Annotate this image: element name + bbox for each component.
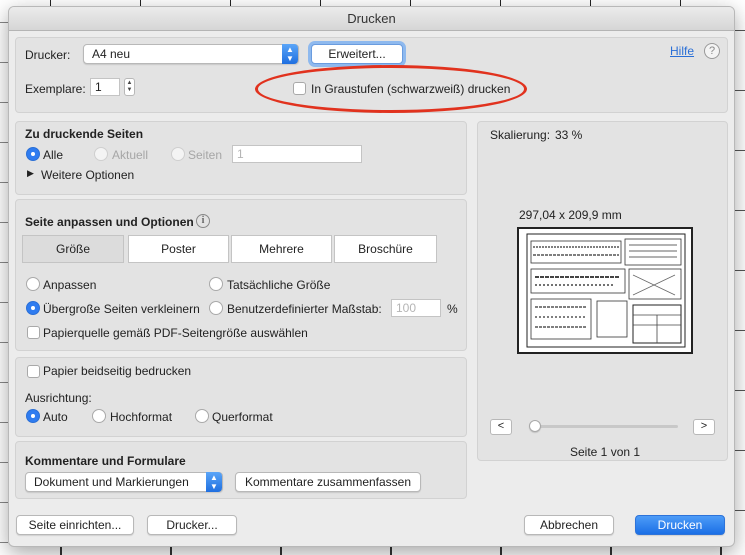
pages-title: Zu druckende Seiten [25, 127, 144, 141]
tab-multiple[interactable]: Mehrere [231, 235, 332, 263]
pages-all-radio[interactable] [26, 147, 40, 161]
copies-field[interactable] [90, 78, 120, 96]
orientation-landscape-label: Querformat [212, 410, 273, 424]
tab-size[interactable]: Größe [22, 235, 124, 263]
page-indicator: Seite 1 von 1 [570, 445, 641, 459]
page-slider-knob[interactable] [529, 420, 541, 432]
window-title: Drucken [9, 7, 734, 31]
printer-select-value: A4 neu [92, 47, 131, 61]
sizing-tabs: Größe Poster Mehrere Broschüre [22, 235, 438, 263]
orientation-label: Ausrichtung: [25, 391, 92, 405]
next-page-button[interactable]: > [693, 419, 715, 435]
duplex-checkbox[interactable] [27, 365, 40, 378]
orientation-portrait-label: Hochformat [110, 410, 173, 424]
percent-label: % [447, 302, 458, 316]
copies-label: Exemplare: [25, 82, 86, 96]
pages-range-radio[interactable] [171, 147, 185, 161]
fit-label: Anpassen [43, 278, 97, 292]
shrink-oversized-radio[interactable] [26, 301, 40, 315]
pages-all-label: Alle [43, 148, 64, 162]
printer-select[interactable]: A4 neu ▲ ▼ [83, 44, 299, 64]
orientation-auto-radio[interactable] [26, 409, 40, 423]
print-button[interactable]: Drucken [635, 515, 725, 535]
disclosure-triangle-icon[interactable]: ▶ [27, 168, 34, 179]
background-drawing-right [735, 0, 745, 555]
orientation-auto-label: Auto [43, 410, 68, 424]
custom-scale-label: Benutzerdefinierter Maßstab: [227, 302, 382, 316]
sizing-title: Seite anpassen und Optionen [25, 215, 194, 229]
orientation-landscape-radio[interactable] [195, 409, 209, 423]
background-drawing-bottom [0, 547, 745, 555]
comments-title: Kommentare und Formulare [25, 454, 186, 468]
page-setup-button[interactable]: Seite einrichten... [16, 515, 134, 535]
comments-select[interactable]: Dokument und Markierungen ▲ ▼ [25, 472, 223, 492]
annotation-ellipse [255, 65, 527, 113]
copies-stepper[interactable]: ▲ ▼ [124, 78, 135, 96]
actual-size-label: Tatsächliche Größe [227, 278, 331, 292]
printer-label: Drucker: [25, 48, 71, 62]
paper-source-checkbox[interactable] [27, 326, 40, 339]
help-icon[interactable]: ? [704, 43, 720, 59]
advanced-button[interactable]: Erweitert... [311, 44, 403, 64]
tab-booklet[interactable]: Broschüre [334, 235, 437, 263]
copies-input[interactable] [91, 79, 119, 95]
info-icon[interactable]: i [196, 214, 210, 228]
summarize-comments-button[interactable]: Kommentare zusammenfassen [235, 472, 421, 492]
page-size-label: 297,04 x 209,9 mm [519, 208, 622, 222]
background-drawing-left [0, 0, 8, 555]
pages-current-radio[interactable] [94, 147, 108, 161]
scaling-value: 33 % [555, 128, 583, 142]
custom-scale-input[interactable] [392, 300, 440, 316]
custom-scale-field[interactable] [391, 299, 441, 317]
more-options-label[interactable]: Weitere Optionen [41, 168, 134, 182]
chevron-updown-icon: ▲ ▼ [282, 44, 298, 64]
prev-page-button[interactable]: < [490, 419, 512, 435]
print-dialog: Drucken Drucker: A4 neu ▲ ▼ Erweitert... … [8, 6, 735, 547]
printer-button[interactable]: Drucker... [147, 515, 237, 535]
preview-drawing-thumbnail [526, 233, 686, 348]
actual-size-radio[interactable] [209, 277, 223, 291]
help-link[interactable]: Hilfe [670, 44, 694, 58]
custom-scale-radio[interactable] [209, 301, 223, 315]
scaling-label: Skalierung: [490, 128, 551, 142]
pages-range-label: Seiten [188, 148, 223, 162]
page-preview [517, 227, 693, 354]
pages-current-label: Aktuell [112, 148, 149, 162]
pages-range-input[interactable] [233, 146, 361, 162]
tab-poster[interactable]: Poster [128, 235, 229, 263]
cancel-button[interactable]: Abbrechen [524, 515, 614, 535]
paper-source-label: Papierquelle gemäß PDF-Seitengröße auswä… [43, 326, 308, 340]
pages-range-field[interactable] [232, 145, 362, 163]
comments-select-value: Dokument und Markierungen [34, 475, 189, 489]
chevron-updown-icon: ▲ ▼ [206, 472, 222, 492]
page-slider-track[interactable] [533, 425, 678, 428]
duplex-label: Papier beidseitig bedrucken [43, 364, 192, 378]
orientation-portrait-radio[interactable] [92, 409, 106, 423]
shrink-oversized-label: Übergroße Seiten verkleinern [43, 302, 200, 316]
fit-radio[interactable] [26, 277, 40, 291]
